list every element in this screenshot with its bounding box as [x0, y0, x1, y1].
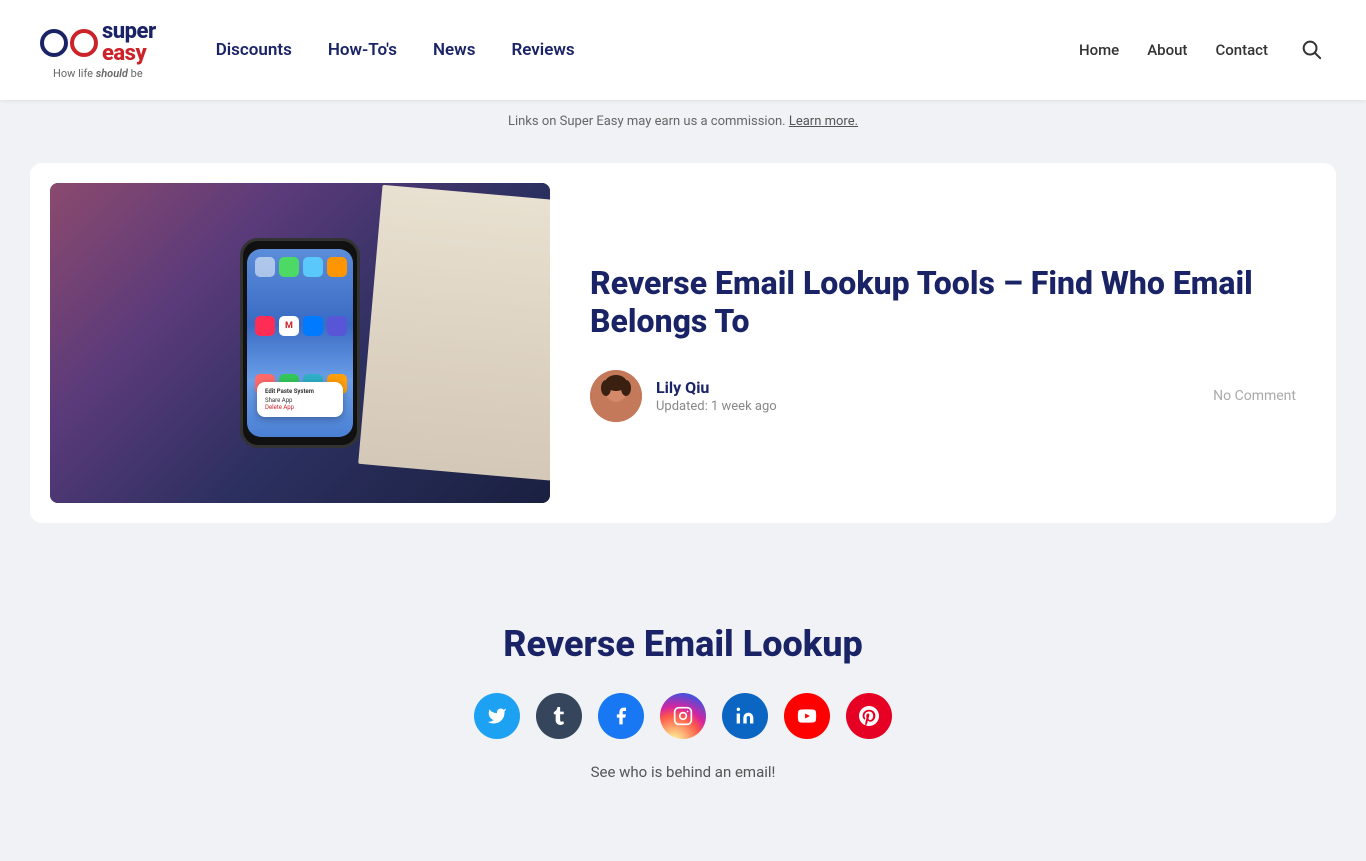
article-card: M Edit Paste System Share App Delete App — [30, 163, 1336, 523]
lookup-title: Reverse Email Lookup — [60, 623, 1306, 665]
nav-contact[interactable]: Contact — [1215, 41, 1268, 59]
notice-text: Links on Super Easy may earn us a commis… — [508, 114, 786, 129]
social-icon-pinterest[interactable] — [846, 693, 892, 739]
social-icon-tumblr[interactable] — [536, 693, 582, 739]
youtube-icon — [797, 706, 817, 726]
site-logo[interactable]: super easy How life should be — [40, 21, 156, 80]
social-icon-twitter[interactable] — [474, 693, 520, 739]
lookup-description: See who is behind an email! — [60, 763, 1306, 781]
article-title: Reverse Email Lookup Tools – Find Who Em… — [590, 264, 1296, 341]
main-navigation: Discounts How-To's News Reviews — [216, 40, 1079, 60]
gmail-popup: Edit Paste System Share App Delete App — [257, 382, 343, 417]
logo-circle-navy — [40, 29, 68, 57]
social-icon-facebook[interactable] — [598, 693, 644, 739]
logo-tagline: How life should be — [53, 67, 143, 80]
nav-news[interactable]: News — [433, 40, 475, 60]
linkedin-icon — [735, 706, 755, 726]
author-text: Lily Qiu Updated: 1 week ago — [656, 378, 777, 414]
social-icon-instagram[interactable] — [660, 693, 706, 739]
author-info: Lily Qiu Updated: 1 week ago — [590, 370, 777, 422]
facebook-icon — [611, 706, 631, 726]
nav-howtos[interactable]: How-To's — [328, 40, 397, 60]
search-icon — [1300, 38, 1322, 60]
logo-easy-text: easy — [102, 43, 156, 65]
article-hero: M Edit Paste System Share App Delete App — [30, 163, 1336, 523]
phone-illustration: M Edit Paste System Share App Delete App — [240, 238, 360, 448]
comment-count: No Comment — [1213, 388, 1296, 404]
notice-link[interactable]: Learn more. — [789, 114, 858, 129]
nav-reviews[interactable]: Reviews — [511, 40, 574, 60]
author-row: Lily Qiu Updated: 1 week ago No Comment — [590, 370, 1296, 422]
avatar — [590, 370, 642, 422]
instagram-icon — [673, 706, 693, 726]
tumblr-icon — [550, 707, 568, 725]
secondary-navigation: Home About Contact — [1079, 34, 1326, 67]
social-icons-row — [60, 693, 1306, 739]
avatar-image — [590, 370, 642, 422]
author-name: Lily Qiu — [656, 378, 777, 397]
pinterest-icon — [859, 706, 879, 726]
nav-about[interactable]: About — [1147, 41, 1187, 59]
nav-home[interactable]: Home — [1079, 41, 1119, 59]
article-meta: Reverse Email Lookup Tools – Find Who Em… — [590, 264, 1296, 423]
social-icon-linkedin[interactable] — [722, 693, 768, 739]
logo-super-text: super — [102, 21, 156, 43]
article-updated: Updated: 1 week ago — [656, 399, 777, 414]
search-button[interactable] — [1296, 34, 1326, 67]
notice-bar: Links on Super Easy may earn us a commis… — [0, 100, 1366, 143]
site-header: super easy How life should be Discounts … — [0, 0, 1366, 100]
logo-circle-red — [70, 29, 98, 57]
twitter-icon — [487, 706, 507, 726]
lookup-card: Reverse Email Lookup See who is behind a… — [30, 573, 1336, 821]
social-icon-youtube[interactable] — [784, 693, 830, 739]
article-hero-image: M Edit Paste System Share App Delete App — [50, 183, 550, 503]
nav-discounts[interactable]: Discounts — [216, 40, 292, 60]
book-background — [358, 185, 550, 481]
